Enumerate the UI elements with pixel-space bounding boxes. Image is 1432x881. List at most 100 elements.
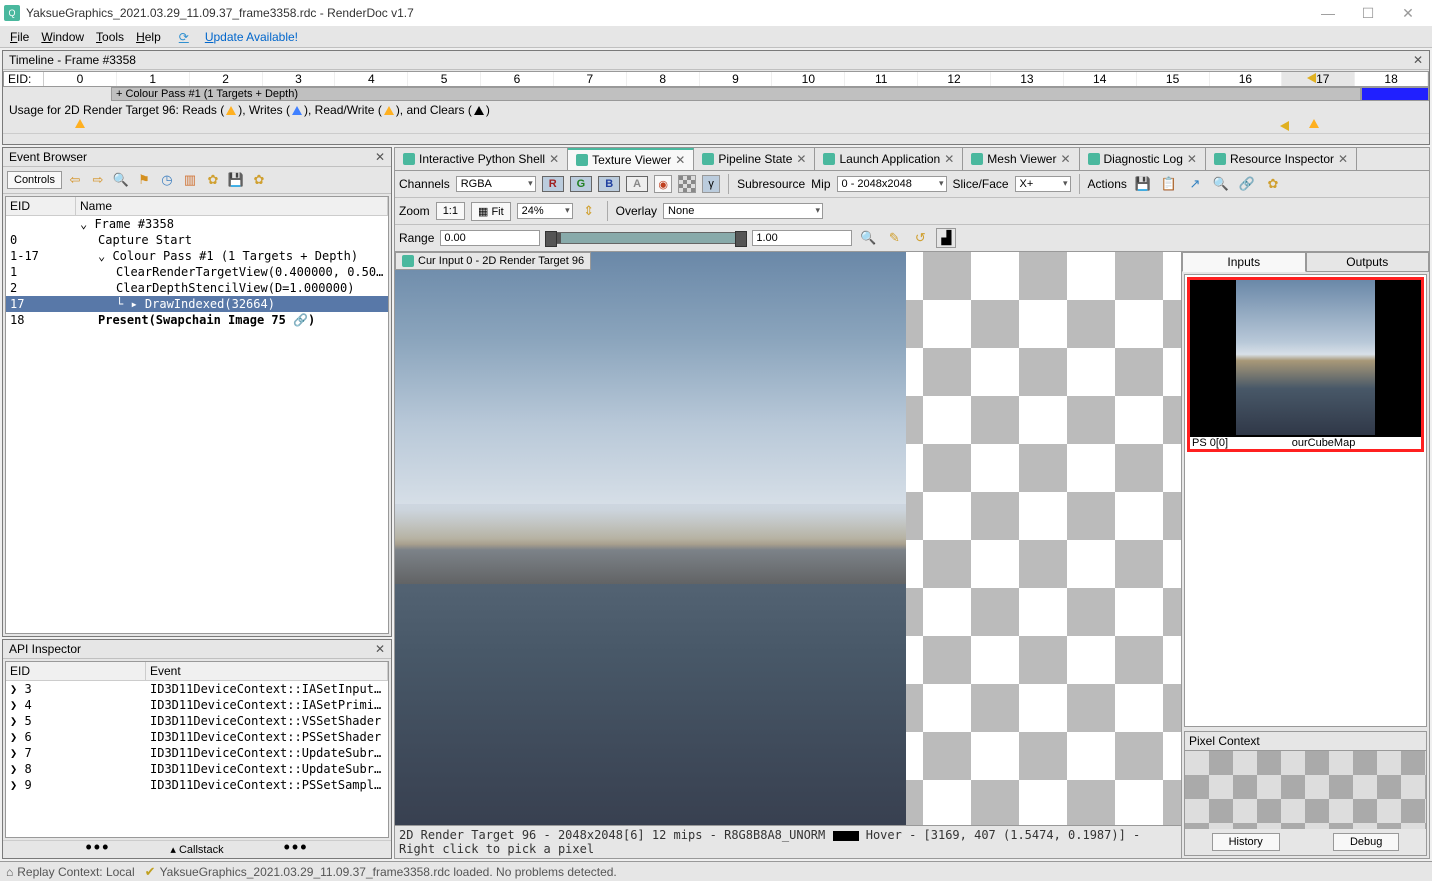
tab-mesh-viewer[interactable]: Mesh Viewer✕ [963, 148, 1079, 170]
channel-b-button[interactable]: B [598, 176, 620, 192]
wand-icon[interactable]: 🔍 [858, 228, 878, 248]
tab-texture-viewer[interactable]: Texture Viewer✕ [568, 148, 694, 170]
eid-cell[interactable]: 8 [627, 72, 700, 86]
eid-cell[interactable]: 7 [554, 72, 627, 86]
gear-icon[interactable]: ✿ [203, 170, 223, 190]
eid-cell[interactable]: 4 [335, 72, 408, 86]
eid-cell[interactable]: 10 [772, 72, 845, 86]
tab-diagnostic-log[interactable]: Diagnostic Log✕ [1080, 148, 1206, 170]
table-row[interactable]: ❯ 6ID3D11DeviceContext::PSSetShader [6, 729, 388, 745]
close-icon[interactable]: ✕ [944, 152, 954, 166]
find-icon[interactable]: 🔍 [1211, 174, 1231, 194]
close-icon[interactable]: ✕ [1060, 152, 1070, 166]
current-input-tab[interactable]: Cur Input 0 - 2D Render Target 96 [395, 252, 591, 270]
history-button[interactable]: History [1212, 833, 1280, 851]
eid-cell[interactable]: 6 [481, 72, 554, 86]
table-row[interactable]: ❯ 4ID3D11DeviceContext::IASetPrimiti… [6, 697, 388, 713]
gamma-button[interactable]: γ [702, 175, 720, 193]
histogram-icon[interactable]: ▟ [936, 228, 956, 248]
channel-r-button[interactable]: R [542, 176, 564, 192]
texture-canvas[interactable]: Cur Input 0 - 2D Render Target 96 2D Ren… [395, 252, 1181, 858]
timeline-scrollbar[interactable] [3, 133, 1429, 143]
zoom-11-button[interactable]: 1:1 [436, 202, 465, 220]
eid-cell[interactable]: 0 [44, 72, 117, 86]
table-row[interactable]: 17└ ▸ DrawIndexed(32664) [6, 296, 388, 312]
channel-a-button[interactable]: A [626, 176, 648, 192]
eid-cell[interactable]: 3 [263, 72, 336, 86]
table-row[interactable]: 2ClearDepthStencilView(D=1.000000) [6, 280, 388, 296]
col-event[interactable]: Event [146, 662, 388, 680]
callstack-toggle[interactable]: ▴ Callstack [170, 843, 223, 856]
debug-button[interactable]: Debug [1333, 833, 1399, 851]
close-icon[interactable]: ✕ [1338, 152, 1348, 166]
pixel-context-grid[interactable] [1185, 751, 1426, 829]
controls-button[interactable]: Controls [7, 171, 62, 189]
col-name[interactable]: Name [76, 197, 388, 215]
close-icon[interactable]: ✕ [1413, 53, 1423, 67]
menu-help[interactable]: Help [130, 30, 167, 44]
table-row[interactable]: 18Present(Swapchain Image 75 🔗) [6, 312, 388, 328]
tab-pipeline-state[interactable]: Pipeline State✕ [694, 148, 815, 170]
checker-icon[interactable] [678, 175, 696, 193]
goto-icon[interactable]: ↗ [1185, 174, 1205, 194]
replay-context[interactable]: ⌂ Replay Context: Local [6, 865, 135, 879]
zoom-fit-button[interactable]: ▦ Fit [471, 202, 511, 221]
close-icon[interactable]: ✕ [1187, 152, 1197, 166]
inputs-tab[interactable]: Inputs [1182, 252, 1306, 272]
eid-cell[interactable]: 2 [190, 72, 263, 86]
range-min-input[interactable] [440, 230, 540, 246]
autofit-icon[interactable]: ✎ [884, 228, 904, 248]
eid-cell[interactable]: 11 [845, 72, 918, 86]
link-icon[interactable]: 🔗 [1237, 174, 1257, 194]
copy-icon[interactable]: 📋 [1159, 174, 1179, 194]
outputs-tab[interactable]: Outputs [1306, 252, 1430, 272]
col-eid[interactable]: EID [6, 197, 76, 215]
timeline-colour-pass[interactable]: + Colour Pass #1 (1 Targets + Depth) [3, 87, 1429, 101]
close-icon[interactable]: ✕ [796, 152, 806, 166]
tab-resource-inspector[interactable]: Resource Inspector✕ [1206, 148, 1357, 170]
menu-tools[interactable]: Tools [90, 30, 130, 44]
col-eid[interactable]: EID [6, 662, 146, 680]
close-icon[interactable]: ✕ [675, 153, 685, 167]
table-row[interactable]: 1ClearRenderTargetView(0.400000, 0.50000… [6, 264, 388, 280]
mul-icon[interactable]: ◉ [654, 175, 672, 193]
eid-cell[interactable]: 15 [1137, 72, 1210, 86]
eid-cell[interactable]: 13 [991, 72, 1064, 86]
eid-cell[interactable]: 17 [1282, 72, 1355, 86]
table-row[interactable]: ❯ 7ID3D11DeviceContext::UpdateSubres… [6, 745, 388, 761]
timeline-eid-row[interactable]: EID: 0123456789101112131415161718 [3, 71, 1429, 87]
dots-icon[interactable]: ••• [284, 843, 309, 856]
nav-back-icon[interactable]: ⇦ [65, 170, 85, 190]
export-icon[interactable]: ✿ [249, 170, 269, 190]
binoculars-icon[interactable]: 🔍 [111, 170, 131, 190]
render-surface[interactable] [395, 252, 1181, 825]
thumbnail[interactable]: PS 0[0] ourCubeMap [1187, 277, 1424, 452]
menu-window[interactable]: Window [35, 30, 90, 44]
update-available-link[interactable]: ⟳ Update Available! [167, 30, 310, 44]
menu-file[interactable]: File [4, 30, 35, 44]
eid-cell[interactable]: 12 [918, 72, 991, 86]
flag-icon[interactable]: ⚑ [134, 170, 154, 190]
range-max-input[interactable] [752, 230, 852, 246]
clock-icon[interactable]: ◷ [157, 170, 177, 190]
table-row[interactable]: ❯ 5ID3D11DeviceContext::VSSetShader [6, 713, 388, 729]
table-row[interactable]: ❯ 8ID3D11DeviceContext::UpdateSubres… [6, 761, 388, 777]
table-row[interactable]: ⌄ Frame #3358 [6, 216, 388, 232]
maximize-button[interactable]: ☐ [1348, 0, 1388, 26]
event-browser-table[interactable]: EID Name ⌄ Frame #33580Capture Start1-17… [5, 196, 389, 634]
minimize-button[interactable]: — [1308, 0, 1348, 26]
save-icon[interactable]: 💾 [1133, 174, 1153, 194]
flip-icon[interactable]: ⇕ [579, 201, 599, 221]
dots-icon[interactable]: ••• [85, 843, 110, 856]
mip-combo[interactable]: 0 - 2048x2048 [837, 176, 947, 192]
close-icon[interactable]: ✕ [375, 642, 385, 656]
close-icon[interactable]: ✕ [549, 152, 559, 166]
tab-launch-application[interactable]: Launch Application✕ [815, 148, 963, 170]
reset-icon[interactable]: ↺ [910, 228, 930, 248]
close-icon[interactable]: ✕ [375, 150, 385, 164]
eid-cell[interactable]: 9 [700, 72, 773, 86]
channels-combo[interactable]: RGBA [456, 176, 536, 192]
eid-cell[interactable]: 16 [1210, 72, 1283, 86]
bookmark-icon[interactable]: ▥ [180, 170, 200, 190]
table-row[interactable]: ❯ 9ID3D11DeviceContext::PSSetSamplers [6, 777, 388, 793]
